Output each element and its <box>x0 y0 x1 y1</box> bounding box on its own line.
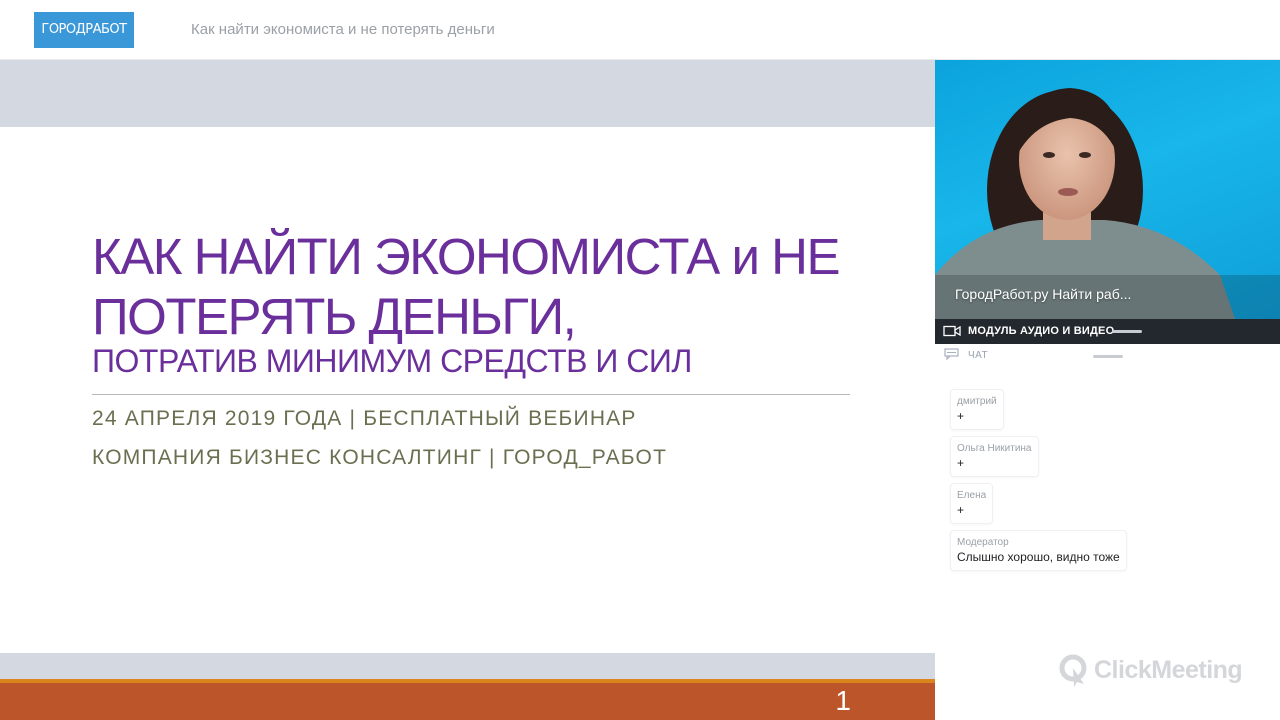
slide-page-number: 1 <box>835 685 851 716</box>
slide-subtitle: ПОТРАТИВ МИНИМУМ СРЕДСТВ И СИЛ <box>92 343 692 379</box>
slide-title: КАК НАЙТИ ЭКОНОМИСТА и НЕ ПОТЕРЯТЬ ДЕНЬГ… <box>92 227 892 347</box>
gorodrabot-logo[interactable]: ГОРОДРАБОТ <box>34 12 134 48</box>
slide-company-line: КОМПАНИЯ БИЗНЕС КОНСАЛТИНГ | ГОРОД_РАБОТ <box>92 446 668 469</box>
chat-header[interactable]: ЧАТ <box>935 344 1280 368</box>
chat-message: Елена + <box>950 483 994 524</box>
av-module-label: МОДУЛЬ АУДИО И ВИДЕО <box>968 325 1115 337</box>
av-module-resize-handle[interactable] <box>1112 330 1142 333</box>
side-panel: ГородРабот.ру Найти раб... МОДУЛЬ АУДИО … <box>935 60 1280 720</box>
chat-message-text: + <box>957 456 965 470</box>
chat-message-text: + <box>957 503 965 517</box>
slide-date-line: 24 АПРЕЛЯ 2019 ГОДА | БЕСПЛАТНЫЙ ВЕБИНАР <box>92 407 637 430</box>
webinar-title: Как найти экономиста и не потерять деньг… <box>191 21 495 38</box>
chat-message-author: Модератор <box>957 537 1009 548</box>
presenter-video[interactable]: ГородРабот.ру Найти раб... <box>935 60 1280 319</box>
chat-message-author: Ольга Никитина <box>957 443 1032 454</box>
logo-text: ГОРОДРАБОТ <box>41 22 127 37</box>
chat-message: Модератор Слышно хорошо, видно тоже <box>950 530 1127 571</box>
slide-divider <box>92 394 850 395</box>
chat-icon <box>944 348 959 360</box>
clickmeeting-mark-icon <box>1059 654 1087 687</box>
chat-message: Ольга Никитина + <box>950 436 1039 477</box>
chat-message-text: Слышно хорошо, видно тоже <box>957 550 1120 564</box>
clickmeeting-wordmark: ClickMeeting <box>1094 656 1243 684</box>
chat-resize-handle[interactable] <box>1093 355 1123 358</box>
chat-message: дмитрий + <box>950 389 1004 430</box>
video-caption: ГородРабот.ру Найти раб... <box>955 286 1132 302</box>
presentation-slide: КАК НАЙТИ ЭКОНОМИСТА и НЕ ПОТЕРЯТЬ ДЕНЬГ… <box>0 127 935 720</box>
camera-icon <box>943 325 961 337</box>
chat-label: ЧАТ <box>968 350 989 361</box>
slide-footer-bar: 1 <box>0 679 935 720</box>
slide-title-line-2: ПОТЕРЯТЬ ДЕНЬГИ, <box>92 288 577 345</box>
av-module-bar[interactable]: МОДУЛЬ АУДИО И ВИДЕО <box>935 319 1280 344</box>
presenter-silhouette <box>935 88 1280 319</box>
slide-title-line-1: КАК НАЙТИ ЭКОНОМИСТА и НЕ <box>92 228 840 285</box>
chat-message-text: + <box>957 409 965 423</box>
chat-message-author: Елена <box>957 490 987 501</box>
presentation-area: КАК НАЙТИ ЭКОНОМИСТА и НЕ ПОТЕРЯТЬ ДЕНЬГ… <box>0 60 935 720</box>
app-header: ГОРОДРАБОТ Как найти экономиста и не пот… <box>0 0 1280 60</box>
chat-message-author: дмитрий <box>957 396 997 407</box>
